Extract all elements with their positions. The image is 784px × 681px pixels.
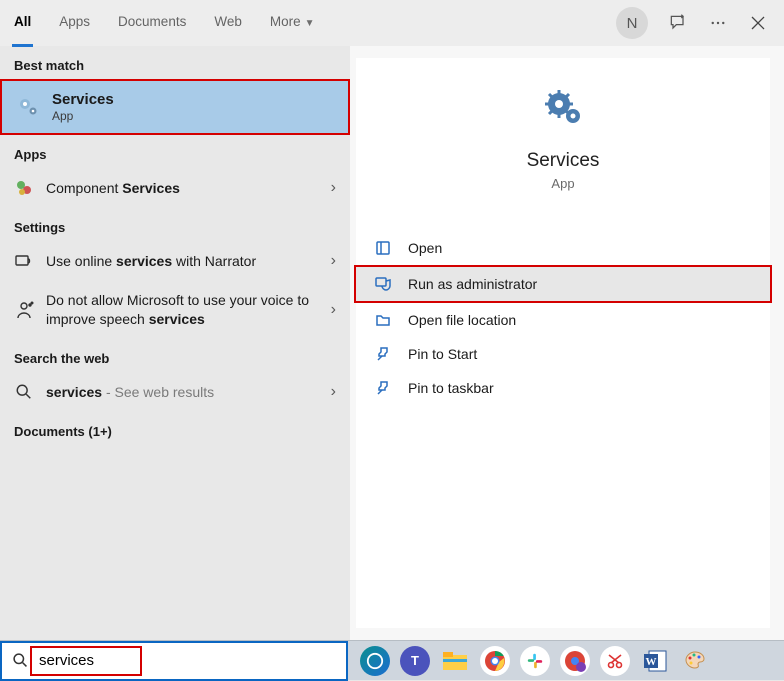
section-settings: Settings [0,208,350,241]
setting-label: Use online services with Narrator [46,253,319,269]
preview-actions: Open Run as administrator Open file loca… [356,231,770,405]
more-options-icon[interactable] [698,3,738,43]
section-apps: Apps [0,135,350,168]
app-result-component-services[interactable]: Component Services › [0,168,350,208]
search-icon [12,652,29,669]
pin-icon [374,379,392,397]
taskbar-app-teams[interactable]: T [398,644,432,678]
action-label: Run as administrator [408,276,537,292]
section-best-match: Best match [0,46,350,79]
tab-documents[interactable]: Documents [104,0,200,46]
main: Best match Services App Apps Component S… [0,46,784,640]
pin-icon [374,345,392,363]
action-pin-to-taskbar[interactable]: Pin to taskbar [356,371,770,405]
taskbar-search[interactable] [0,641,348,681]
action-open-file-location[interactable]: Open file location [356,303,770,337]
component-services-icon [14,178,34,198]
gears-icon [539,86,587,134]
svg-text:W: W [646,656,657,668]
section-documents: Documents (1+) [0,412,350,445]
speech-icon [14,300,34,320]
results-panel: Best match Services App Apps Component S… [0,46,350,640]
tab-more-label: More [270,14,301,29]
chevron-right-icon: › [331,179,336,197]
taskbar-tray: T W [348,641,712,680]
chevron-down-icon: ▼ [305,18,315,29]
tab-all[interactable]: All [0,0,45,46]
best-match-subtitle: App [52,109,114,123]
preview-title: Services [356,150,770,172]
action-label: Pin to Start [408,346,477,362]
app-result-label: Component Services [46,180,319,196]
setting-speech-services[interactable]: Do not allow Microsoft to use your voice… [0,281,350,339]
action-pin-to-start[interactable]: Pin to Start [356,337,770,371]
narrator-icon [14,251,34,271]
section-web: Search the web [0,339,350,372]
taskbar-app-snip[interactable] [598,644,632,678]
action-run-as-administrator[interactable]: Run as administrator [354,265,772,303]
taskbar-app-edge[interactable] [358,644,392,678]
search-icon [14,382,34,402]
taskbar-app-slack[interactable] [518,644,552,678]
close-button[interactable] [738,3,778,43]
taskbar-app-explorer[interactable] [438,644,472,678]
gears-icon [16,95,40,119]
shield-icon [374,275,392,293]
folder-icon [374,311,392,329]
header: All Apps Documents Web More ▼ N [0,0,784,46]
taskbar: T W [0,640,784,680]
best-match-title: Services [52,91,114,108]
web-result-label: services - See web results [46,384,319,400]
best-match-item[interactable]: Services App [0,79,350,135]
action-label: Pin to taskbar [408,380,494,396]
filter-tabs: All Apps Documents Web More ▼ [0,0,329,46]
search-input[interactable] [37,651,340,670]
tab-apps[interactable]: Apps [45,0,104,46]
setting-narrator-services[interactable]: Use online services with Narrator › [0,241,350,281]
setting-label: Do not allow Microsoft to use your voice… [46,291,319,329]
action-open[interactable]: Open [356,231,770,265]
taskbar-app-chrome-profile[interactable] [558,644,592,678]
tab-more[interactable]: More ▼ [256,0,329,46]
feedback-icon[interactable] [658,3,698,43]
open-icon [374,239,392,257]
taskbar-app-chrome[interactable] [478,644,512,678]
user-avatar[interactable]: N [616,7,648,39]
preview-subtitle: App [356,176,770,191]
web-result-services[interactable]: services - See web results › [0,372,350,412]
taskbar-app-word[interactable]: W [638,644,672,678]
chevron-right-icon: › [331,301,336,319]
action-label: Open file location [408,312,516,328]
taskbar-app-paint[interactable] [678,644,712,678]
action-label: Open [408,240,442,256]
chevron-right-icon: › [331,383,336,401]
tab-web[interactable]: Web [200,0,256,46]
preview-header: Services App [356,86,770,191]
preview-panel: Services App Open Run as adminis [350,46,784,640]
chevron-right-icon: › [331,252,336,270]
